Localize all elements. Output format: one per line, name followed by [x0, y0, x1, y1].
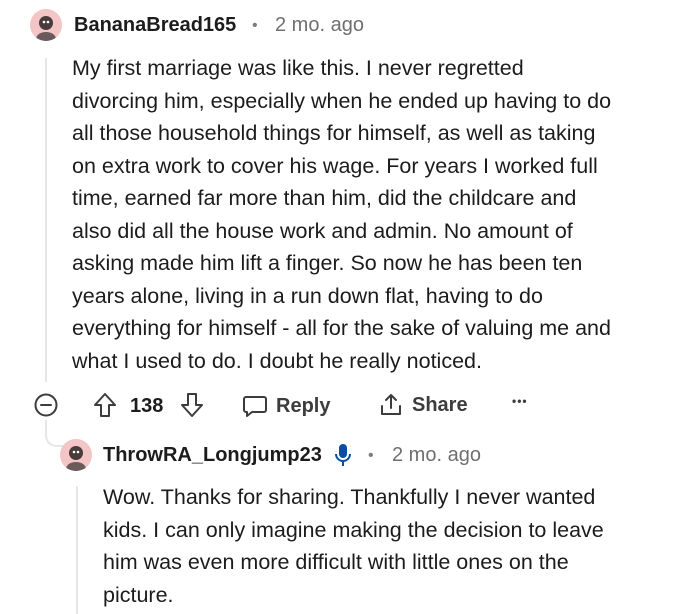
- comment-line: My first marriage was like this. I never…: [72, 56, 524, 80]
- microphone-icon: [334, 443, 352, 472]
- reply-separator-dot: •: [368, 447, 374, 464]
- comment-line: everything for himself - all for the sak…: [72, 316, 611, 340]
- reply-line: Wow. Thanks for sharing. Thankfully I ne…: [103, 485, 596, 509]
- thread-line-reply[interactable]: [76, 486, 78, 614]
- collapse-minus-icon[interactable]: [34, 393, 58, 417]
- reply-avatar[interactable]: [60, 439, 92, 471]
- share-button[interactable]: Share: [378, 392, 468, 418]
- reply-line: him was even more difficult with little …: [103, 550, 569, 574]
- comment-line: what I used to do. I doubt he really not…: [72, 348, 482, 373]
- share-label: Share: [412, 393, 468, 416]
- reply-bubble-icon: [242, 393, 268, 419]
- separator-dot: •: [252, 17, 258, 34]
- avatar[interactable]: [30, 9, 62, 41]
- reply-line: picture.: [103, 582, 174, 607]
- comment-line: time, earned far more than him, did the …: [72, 186, 577, 210]
- downvote-arrow-icon[interactable]: [180, 392, 204, 418]
- comment-line: on extra work to cover his wage. For yea…: [72, 153, 598, 178]
- reply-timestamp[interactable]: 2 mo. ago: [392, 444, 481, 467]
- comment-line: divorcing him, especially when he ended …: [72, 88, 612, 113]
- upvote-button[interactable]: [93, 392, 117, 423]
- thread-line-main[interactable]: [45, 58, 47, 382]
- share-upload-icon: [378, 392, 404, 418]
- reply-body: Wow. Thanks for sharing. Thankfully I ne…: [103, 481, 693, 611]
- reply-author[interactable]: ThrowRA_Longjump23: [103, 444, 322, 467]
- vote-score: 138: [130, 395, 164, 417]
- comment-body: My first marriage was like this. I never…: [72, 52, 692, 377]
- downvote-button[interactable]: [180, 392, 204, 423]
- reply-label: Reply: [276, 394, 331, 417]
- upvote-arrow-icon[interactable]: [93, 392, 117, 418]
- comment-author[interactable]: BananaBread165: [74, 14, 236, 37]
- comment-line: all those household things for himself, …: [72, 121, 596, 145]
- reply-line: kids. I can only imagine making the deci…: [103, 517, 604, 542]
- reply-button[interactable]: Reply: [242, 393, 330, 419]
- comment-line: years alone, living in a run down flat, …: [72, 283, 543, 308]
- comment-line: also did all the house work and admin. N…: [72, 218, 573, 243]
- collapse-button[interactable]: [34, 393, 58, 417]
- comment-timestamp[interactable]: 2 mo. ago: [275, 14, 364, 37]
- comment-line: asking made him lift a finger. So now he…: [72, 251, 583, 275]
- more-dots-icon: •••: [512, 394, 528, 408]
- more-options-button[interactable]: •••: [512, 394, 528, 408]
